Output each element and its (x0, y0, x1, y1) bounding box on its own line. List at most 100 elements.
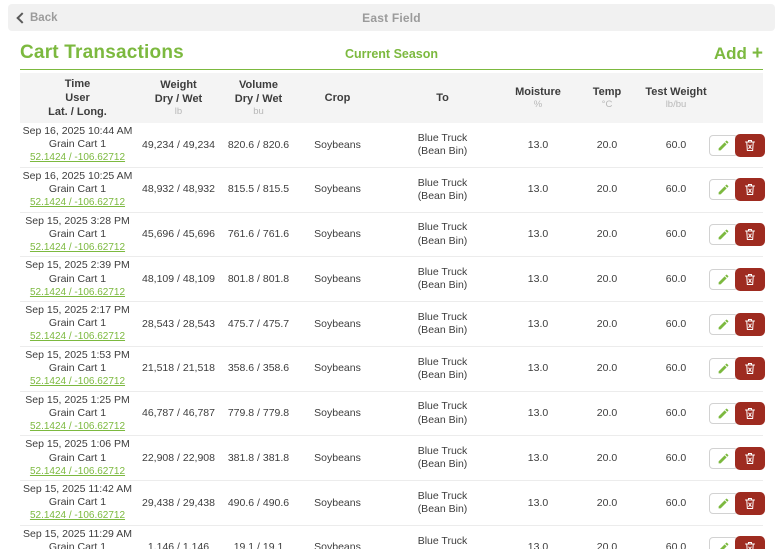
col-header-line: Crop (324, 92, 351, 105)
col-header-line: To (436, 92, 449, 105)
coordinates-link[interactable]: 52.1424 / -106.62712 (30, 331, 125, 342)
crop-cell: Soybeans (314, 407, 361, 420)
row-actions (709, 312, 765, 336)
coordinates-link[interactable]: 52.1424 / -106.62712 (30, 197, 125, 208)
col-header-line: Dry / Wet (154, 93, 203, 106)
row-actions (709, 267, 765, 291)
pencil-icon (718, 229, 729, 240)
transaction-user: Grain Cart 1 (48, 138, 107, 151)
moisture-cell: 13.0 (527, 138, 549, 151)
row-actions (709, 178, 765, 202)
delete-button[interactable] (735, 402, 765, 426)
pencil-icon (718, 408, 729, 419)
moisture-cell: 13.0 (527, 407, 549, 420)
col-header-time: Time User Lat. / Long. (20, 77, 135, 119)
test-weight-cell: 60.0 (665, 496, 687, 509)
table-row: Sep 15, 2025 3:28 PM Grain Cart 1 52.1424 … (20, 213, 765, 258)
coordinates-link[interactable]: 52.1424 / -106.62712 (30, 242, 125, 253)
destination-line: (Bean Bin) (417, 189, 468, 202)
trash-icon (745, 139, 755, 151)
destination-cell: Blue Truck(Bean Bin) (380, 266, 505, 292)
coordinates-link[interactable]: 52.1424 / -106.62712 (30, 152, 125, 163)
col-header-unit: % (533, 99, 543, 111)
coordinates-link[interactable]: 52.1424 / -106.62712 (30, 421, 125, 432)
delete-button[interactable] (735, 223, 765, 247)
destination-line: Blue Truck (417, 400, 468, 413)
weight-cell: 45,696 / 45,696 (142, 228, 215, 241)
transactions-table: Time User Lat. / Long. Weight Dry / Wet lb Vol… (20, 73, 765, 549)
table-row: Sep 16, 2025 10:25 AM Grain Cart 1 52.1424… (20, 168, 765, 213)
crop-cell: Soybeans (314, 451, 361, 464)
table-header: Time User Lat. / Long. Weight Dry / Wet lb Vol… (20, 73, 763, 124)
volume-cell: 381.8 / 381.8 (227, 451, 290, 464)
table-row: Sep 15, 2025 11:29 AMGrain Cart 152.1424… (20, 526, 765, 549)
pencil-icon (718, 498, 729, 508)
transaction-user: Grain Cart 1 (48, 227, 107, 240)
trash-icon (745, 497, 755, 509)
moisture-cell: 13.0 (527, 183, 549, 196)
test-weight-cell: 60.0 (665, 183, 687, 196)
volume-cell: 779.8 / 779.8 (227, 407, 290, 420)
delete-button[interactable] (735, 357, 765, 381)
section-header: Cart Transactions Current Season Add + (20, 42, 763, 70)
col-header-unit: bu (253, 106, 264, 118)
col-header-line: Volume (239, 78, 278, 91)
crop-cell: Soybeans (314, 183, 361, 196)
edit-button[interactable] (709, 224, 738, 246)
table-row: Sep 16, 2025 10:44 AM Grain Cart 1 52.1424… (20, 123, 765, 168)
col-header-crop: Crop (295, 91, 380, 105)
delete-button[interactable] (735, 267, 765, 291)
pencil-icon (718, 274, 729, 285)
trash-icon (745, 273, 755, 285)
volume-cell: 801.8 / 801.8 (227, 272, 290, 285)
back-button[interactable]: Back (16, 11, 58, 24)
trash-icon (745, 229, 755, 241)
col-header-moisture: Moisture% (505, 85, 571, 111)
col-header-test_weight: Test Weight lb/bu (643, 85, 709, 111)
edit-button[interactable] (709, 537, 738, 549)
delete-button[interactable] (735, 446, 765, 470)
temp-cell: 20.0 (596, 362, 618, 375)
transaction-user: Grain Cart 1 (48, 451, 107, 464)
col-header-volume: Volume Dry / Wet bu (222, 78, 295, 118)
transaction-time: Sep 15, 2025 11:42 AM (23, 483, 132, 496)
table-row: Sep 15, 2025 1:06 PM Grain Cart 1 52.1424 … (20, 436, 765, 482)
edit-button[interactable] (709, 313, 738, 335)
edit-button[interactable] (709, 447, 738, 469)
edit-button[interactable] (709, 492, 738, 514)
coordinates-link[interactable]: 52.1424 / -106.62712 (30, 466, 125, 477)
edit-button[interactable] (709, 134, 738, 156)
edit-button[interactable] (709, 268, 738, 290)
crop-cell: Soybeans (314, 138, 361, 151)
trash-icon (745, 363, 755, 375)
coordinates-link[interactable]: 52.1424 / -106.62712 (30, 510, 125, 521)
coordinates-link[interactable]: 52.1424 / -106.62712 (30, 287, 125, 298)
delete-button[interactable] (735, 491, 765, 515)
delete-button[interactable] (735, 312, 765, 336)
edit-button[interactable] (709, 179, 738, 201)
transaction-time: Sep 15, 2025 1:53 PM (25, 348, 130, 361)
moisture-cell: 13.0 (527, 362, 549, 375)
test-weight-cell: 60.0 (665, 228, 687, 241)
col-header-line: Temp (592, 86, 622, 98)
coordinates-link[interactable]: 52.1424 / -106.62712 (30, 376, 125, 387)
chevron-left-icon (16, 12, 28, 24)
back-button-label: Back (30, 11, 58, 24)
volume-cell: 475.7 / 475.7 (227, 317, 290, 330)
pencil-icon (718, 453, 729, 464)
delete-button[interactable] (735, 133, 765, 157)
edit-button[interactable] (709, 403, 738, 425)
page-title: East Field (362, 10, 421, 25)
delete-button[interactable] (735, 178, 765, 202)
add-transaction-button[interactable]: Add + (714, 43, 763, 65)
col-header-line: Time (64, 78, 91, 90)
row-actions (709, 536, 765, 549)
crop-cell: Soybeans (314, 496, 361, 509)
edit-button[interactable] (709, 358, 738, 380)
row-actions (709, 223, 765, 247)
col-header-line: Test Weight (645, 86, 707, 98)
time-user-cell: Sep 16, 2025 10:44 AM Grain Cart 1 52.1424… (20, 125, 135, 165)
transaction-user: Grain Cart 1 (48, 362, 107, 375)
delete-button[interactable] (735, 536, 765, 549)
destination-line: Blue Truck (417, 310, 468, 323)
